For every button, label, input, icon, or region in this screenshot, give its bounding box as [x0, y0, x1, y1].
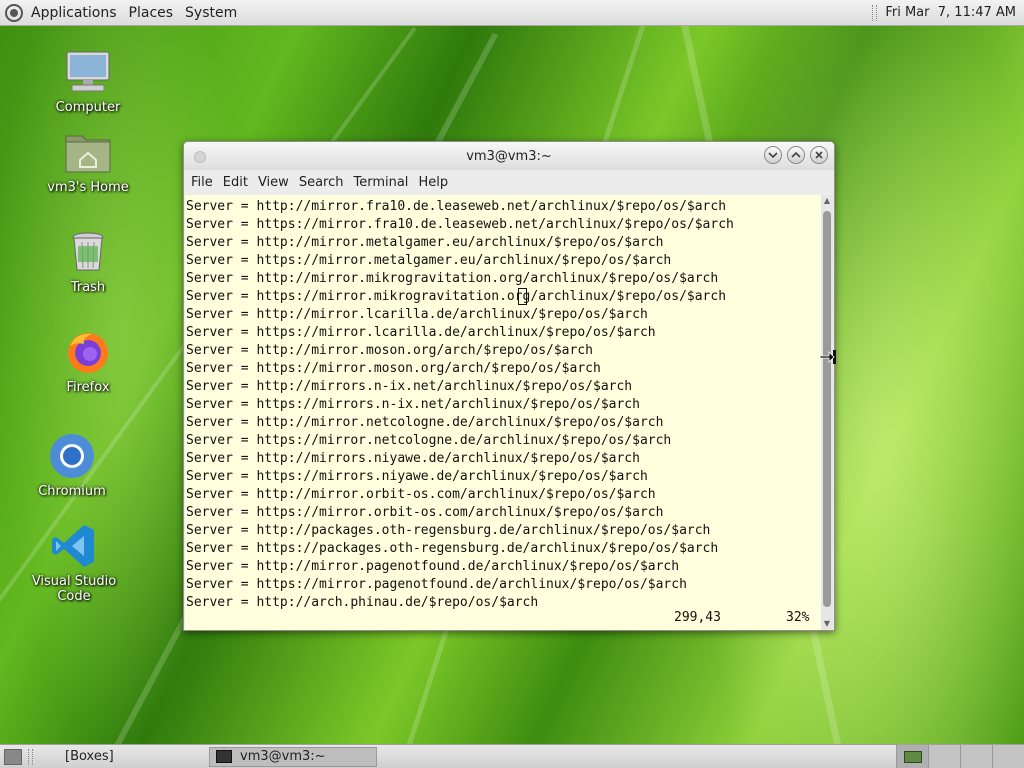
terminal-line: Server = https://mirrors.niyawe.de/archl… — [186, 469, 648, 484]
main-menu-bar: Applications Places System — [0, 0, 243, 26]
minimize-button[interactable] — [764, 146, 782, 164]
taskbar-item-boxes[interactable]: [Boxes] — [59, 747, 199, 767]
menu-terminal[interactable]: Terminal — [348, 175, 413, 190]
firefox-icon — [64, 328, 112, 376]
terminal-output[interactable]: Server = http://mirror.fra10.de.leaseweb… — [185, 195, 821, 630]
close-button[interactable] — [810, 146, 828, 164]
terminal-line: Server = https://mirror.lcarilla.de/arch… — [186, 325, 656, 340]
workspace-switcher — [896, 744, 1024, 768]
terminal-line: Server = https://mirror.moson.org/arch/$… — [186, 361, 601, 376]
desktop-icon-computer[interactable]: Computer — [33, 48, 143, 115]
chevron-up-icon — [791, 151, 801, 158]
scrollbar-thumb[interactable] — [823, 211, 831, 607]
chromium-icon — [48, 432, 96, 480]
terminal-menubar: File Edit View Search Terminal Help — [184, 170, 834, 194]
terminal-line: Server = http://mirror.metalgamer.eu/arc… — [186, 235, 664, 250]
terminal-line: Server = http://mirror.mikrogravitation.… — [186, 271, 719, 286]
cursor-position: 299,43 — [674, 610, 721, 625]
menu-search[interactable]: Search — [294, 175, 349, 190]
desktop-icon-vscode[interactable]: Visual Studio Code — [19, 522, 129, 604]
desktop-icon-firefox[interactable]: Firefox — [33, 328, 143, 395]
menu-view[interactable]: View — [253, 175, 294, 190]
menu-applications[interactable]: Applications — [25, 5, 123, 21]
terminal-line: Server = http://mirrors.n-ix.net/archlin… — [186, 379, 633, 394]
terminal-scrollbar[interactable]: ▲ ▼ — [821, 195, 833, 630]
trash-icon — [64, 228, 112, 276]
panel-clock[interactable]: Fri Mar 7, 11:47 AM — [885, 5, 1016, 20]
menu-help[interactable]: Help — [413, 175, 453, 190]
menu-edit[interactable]: Edit — [218, 175, 253, 190]
taskbar-item-terminal[interactable]: vm3@vm3:~ — [209, 746, 377, 767]
terminal-line: Server = http://mirror.lcarilla.de/archl… — [186, 307, 648, 322]
terminal-text: Server = http://mirror.fra10.de.leaseweb… — [185, 195, 821, 612]
vscode-icon — [50, 522, 98, 570]
terminal-line: Server = http://packages.oth-regensburg.… — [186, 523, 711, 538]
bottom-panel: [Boxes] vm3@vm3:~ — [0, 744, 1024, 768]
desktop-icon-chromium[interactable]: Chromium — [17, 432, 127, 499]
menu-system[interactable]: System — [179, 5, 243, 21]
terminal-line: Server = https://packages.oth-regensburg… — [186, 541, 719, 556]
show-desktop-icon[interactable] — [4, 748, 22, 765]
chevron-down-icon — [768, 152, 778, 159]
panel-separator — [872, 4, 878, 21]
terminal-line: Server = http://mirror.fra10.de.leaseweb… — [186, 199, 727, 214]
desktop-icon-home[interactable]: vm3's Home — [33, 128, 143, 195]
desktop-icon-label: Computer — [55, 100, 121, 115]
window-title: vm3@vm3:~ — [466, 148, 552, 164]
menu-file[interactable]: File — [186, 175, 218, 190]
terminal-icon — [216, 750, 232, 763]
desktop-icon-label: Trash — [70, 280, 106, 295]
terminal-window[interactable]: vm3@vm3:~ File Edit View Search Terminal… — [183, 141, 835, 631]
scroll-up-icon[interactable]: ▲ — [821, 195, 833, 207]
workspace-3[interactable] — [960, 744, 992, 768]
menu-places[interactable]: Places — [123, 5, 180, 21]
terminal-line: Server = https://mirror.fra10.de.leasewe… — [186, 217, 734, 232]
top-panel: Applications Places System Fri Mar 7, 11… — [0, 0, 1024, 26]
taskbar-item-label: vm3@vm3:~ — [240, 749, 326, 764]
desktop-icon-label: Chromium — [38, 484, 106, 499]
workspace-1[interactable] — [896, 744, 928, 768]
computer-icon — [64, 48, 112, 96]
terminal-line: Server = https://mirror.orbit-os.com/arc… — [186, 505, 664, 520]
clock-area: Fri Mar 7, 11:47 AM — [872, 4, 1024, 21]
taskbar-item-label: [Boxes] — [65, 749, 114, 764]
window-menu-icon[interactable] — [194, 151, 206, 163]
terminal-line: Server = https://mirror.pagenotfound.de/… — [186, 577, 687, 592]
close-icon — [815, 151, 823, 159]
terminal-line: Server = http://mirror.moson.org/arch/$r… — [186, 343, 593, 358]
maximize-button[interactable] — [787, 146, 805, 164]
workspace-2[interactable] — [928, 744, 960, 768]
home-folder-icon — [64, 128, 112, 176]
terminal-line: Server = https://mirrors.n-ix.net/archli… — [186, 397, 640, 412]
desktop-icon-label: Firefox — [66, 380, 110, 395]
desktop-icon-trash[interactable]: Trash — [33, 228, 143, 295]
terminal-line: Server = http://mirror.pagenotfound.de/a… — [186, 559, 680, 574]
resize-cursor-icon — [820, 350, 836, 364]
scroll-down-icon[interactable]: ▼ — [821, 618, 833, 630]
terminal-line: Server = https://mirror.metalgamer.eu/ar… — [186, 253, 672, 268]
distro-logo-icon[interactable] — [5, 3, 23, 22]
terminal-line: Server = https://mirror.netcologne.de/ar… — [186, 433, 672, 448]
terminal-line: Server = https://mirror.mikrogravitation… — [186, 289, 727, 304]
panel-separator — [28, 748, 33, 765]
terminal-line: Server = http://mirror.orbit-os.com/arch… — [186, 487, 656, 502]
window-controls — [764, 146, 828, 164]
desktop-icon-label: vm3's Home — [47, 180, 129, 195]
window-titlebar[interactable]: vm3@vm3:~ — [184, 142, 834, 170]
desktop-icon-label: Visual Studio Code — [31, 574, 117, 604]
workspace-4[interactable] — [992, 744, 1024, 768]
editor-status-line: 299,43 32% — [185, 610, 821, 628]
terminal-line: Server = http://mirrors.niyawe.de/archli… — [186, 451, 640, 466]
scroll-percent: 32% — [786, 610, 810, 625]
text-cursor — [518, 288, 527, 305]
terminal-line: Server = http://mirror.netcologne.de/arc… — [186, 415, 664, 430]
